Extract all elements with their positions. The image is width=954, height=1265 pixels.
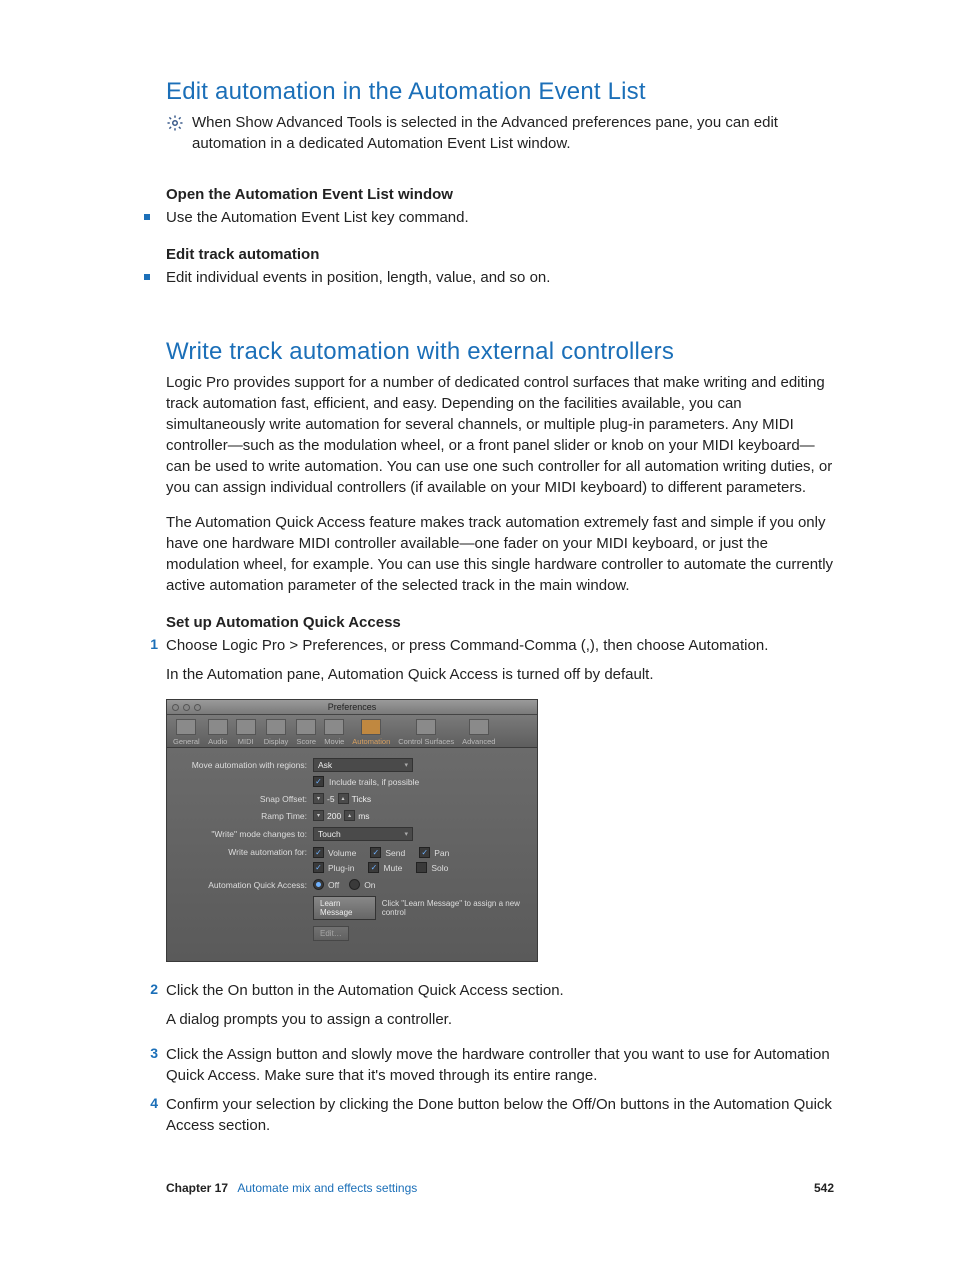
heading-write-external: Write track automation with external con… (166, 338, 834, 366)
step-number: 3 (144, 1045, 158, 1061)
step-text: Confirm your selection by clicking the D… (166, 1094, 834, 1136)
move-select[interactable]: Ask▾ (313, 758, 413, 772)
page-footer: Chapter 17 Automate mix and effects sett… (166, 1181, 834, 1195)
radio-on[interactable]: On (349, 879, 375, 890)
edit-button[interactable]: Edit… (313, 926, 349, 941)
tab-control-surfaces[interactable]: Control Surfaces (394, 717, 458, 747)
titlebar: Preferences (167, 700, 537, 715)
chevron-down-icon: ▾ (404, 761, 408, 769)
snap-unit: Ticks (352, 794, 372, 804)
paragraph: Logic Pro provides support for a number … (166, 372, 834, 498)
aqa-label: Automation Quick Access: (177, 880, 307, 890)
step-text: Click the On button in the Automation Qu… (166, 980, 834, 1001)
stepper-up-icon[interactable]: ▴ (338, 793, 349, 804)
stepper-down-icon[interactable]: ▾ (313, 810, 324, 821)
tab-general[interactable]: General (169, 717, 204, 747)
write-mode-label: "Write" mode changes to: (177, 829, 307, 839)
checkbox-volume[interactable]: ✓Volume (313, 847, 356, 858)
write-mode-select[interactable]: Touch▾ (313, 827, 413, 841)
chapter-label: Chapter 17 (166, 1181, 228, 1195)
bullet-icon (144, 274, 150, 280)
radio-off[interactable]: Off (313, 879, 339, 890)
checkbox-solo[interactable]: ✓Solo (416, 862, 448, 873)
subhead-edit-track: Edit track automation (166, 246, 834, 263)
step-number: 1 (144, 636, 158, 652)
window-title: Preferences (167, 702, 537, 712)
write-for-label: Write automation for: (177, 847, 307, 857)
stepper-down-icon[interactable]: ▾ (313, 793, 324, 804)
subhead-open-ael: Open the Automation Event List window (166, 186, 834, 203)
step-followup: A dialog prompts you to assign a control… (166, 1009, 834, 1030)
snap-label: Snap Offset: (177, 794, 307, 804)
tab-automation[interactable]: Automation (348, 717, 394, 747)
ramp-unit: ms (358, 811, 369, 821)
include-trails-label: Include trails, if possible (329, 777, 419, 787)
step-number: 2 (144, 981, 158, 997)
subhead-setup-aqa: Set up Automation Quick Access (166, 614, 834, 631)
bullet-text: Edit individual events in position, leng… (166, 267, 550, 288)
paragraph: The Automation Quick Access feature make… (166, 512, 834, 596)
stepper-up-icon[interactable]: ▴ (344, 810, 355, 821)
bullet-text: Use the Automation Event List key comman… (166, 207, 469, 228)
tab-display[interactable]: Display (260, 717, 293, 747)
learn-message-button[interactable]: Learn Message (313, 896, 376, 920)
step-text: Click the Assign button and slowly move … (166, 1044, 834, 1086)
move-label: Move automation with regions: (177, 760, 307, 770)
checkbox-mute[interactable]: ✓Mute (368, 862, 402, 873)
tab-advanced[interactable]: Advanced (458, 717, 499, 747)
ramp-value: 200 (327, 811, 341, 821)
tab-midi[interactable]: MIDI (232, 717, 260, 747)
tab-movie[interactable]: Movie (320, 717, 348, 747)
bullet-icon (144, 214, 150, 220)
ramp-label: Ramp Time: (177, 811, 307, 821)
tab-score[interactable]: Score (292, 717, 320, 747)
learn-hint: Click "Learn Message" to assign a new co… (382, 899, 527, 917)
checkbox-pan[interactable]: ✓Pan (419, 847, 449, 858)
intro-text: When Show Advanced Tools is selected in … (192, 112, 834, 154)
chapter-title: Automate mix and effects settings (237, 1181, 417, 1195)
snap-value: -5 (327, 794, 335, 804)
checkbox-include-trails[interactable]: ✓ (313, 776, 324, 787)
chevron-down-icon: ▾ (404, 830, 408, 838)
gear-icon (166, 112, 184, 137)
step-text: Choose Logic Pro > Preferences, or press… (166, 635, 834, 656)
preferences-panel: Preferences General Audio MIDI Display S… (166, 699, 538, 962)
step-followup: In the Automation pane, Automation Quick… (166, 664, 834, 685)
tab-bar: General Audio MIDI Display Score Movie A… (167, 715, 537, 748)
tab-audio[interactable]: Audio (204, 717, 232, 747)
step-number: 4 (144, 1095, 158, 1111)
page-number: 542 (814, 1181, 834, 1195)
heading-edit-automation: Edit automation in the Automation Event … (166, 78, 834, 106)
checkbox-plugin[interactable]: ✓Plug-in (313, 862, 354, 873)
checkbox-send[interactable]: ✓Send (370, 847, 405, 858)
